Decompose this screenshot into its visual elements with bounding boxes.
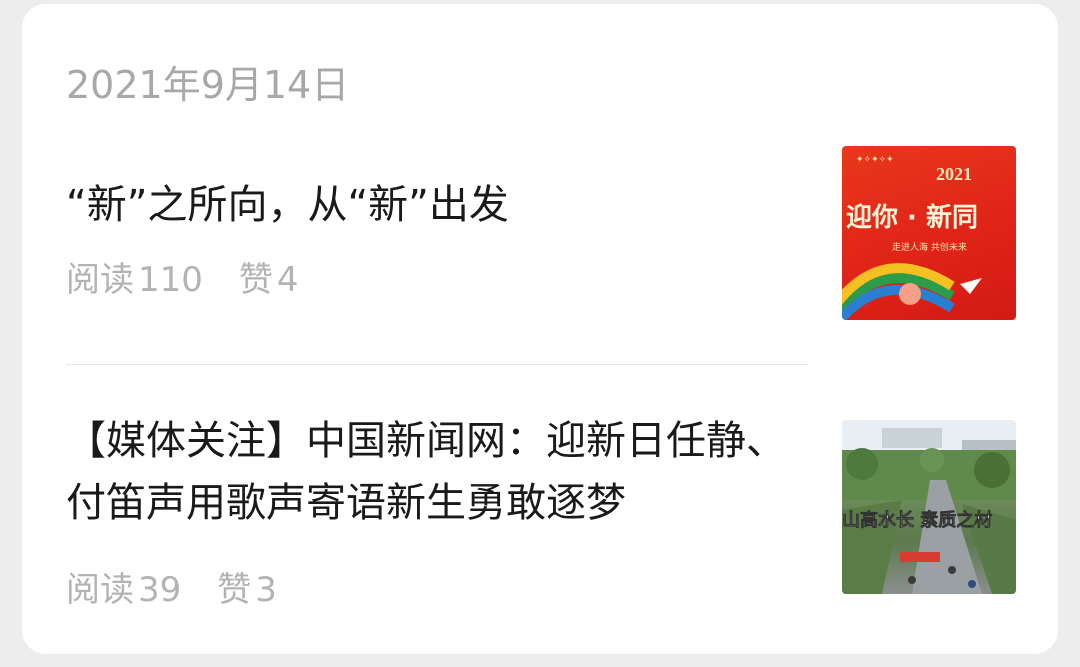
article-item[interactable]: “新”之所向，从“新”出发 阅读 110 赞 4 ✦✧✦✧✦ 2021 迎你 · 新同…: [66, 144, 1016, 324]
svg-text:✦✧✦✧✦: ✦✧✦✧✦: [856, 155, 894, 165]
thumbnail-graphic: ✦✧✦✧✦ 2021 迎你 · 新同 走进人海 共创未来: [842, 155, 982, 320]
article-stats: 阅读 110 赞 4: [66, 252, 335, 301]
like-label: 赞: [238, 260, 273, 300]
read-stat: 阅读 39: [66, 570, 199, 610]
publish-date: 2021年9月14日: [66, 63, 350, 107]
read-label: 阅读: [66, 570, 134, 610]
divider: [66, 364, 808, 365]
article-stats: 阅读 39 赞 3: [66, 562, 313, 611]
article-item[interactable]: 【媒体关注】中国新闻网：迎新日任静、付笛声用歌声寄语新生勇敢逐梦 阅读 39 赞 3: [66, 410, 1016, 610]
like-stat: 赞3: [217, 570, 295, 610]
like-stat: 赞4: [239, 260, 317, 300]
thumb-overlay-text: 山高水长 素质之材: [842, 509, 992, 531]
article-list-card: 2021年9月14日 “新”之所向，从“新”出发 阅读 110 赞 4 ✦✧✦✧✦ 2…: [22, 4, 1058, 654]
thumb-banner-text: 迎你 · 新同: [846, 202, 978, 233]
read-count: 110: [138, 260, 203, 300]
article-title[interactable]: “新”之所向，从“新”出发: [66, 174, 806, 236]
like-count: 4: [276, 260, 299, 300]
article-title[interactable]: 【媒体关注】中国新闻网：迎新日任静、付笛声用歌声寄语新生勇敢逐梦: [66, 410, 806, 534]
article-thumbnail[interactable]: 山高水长 素质之材: [842, 420, 1016, 594]
article-thumbnail[interactable]: ✦✧✦✧✦ 2021 迎你 · 新同 走进人海 共创未来: [842, 146, 1016, 320]
thumb-sub-text: 走进人海 共创未来: [892, 241, 967, 253]
read-stat: 阅读 110: [66, 260, 221, 300]
like-label: 赞: [217, 570, 252, 610]
like-count: 3: [255, 570, 277, 610]
read-count: 39: [138, 570, 182, 610]
thumb-header-text: 2021: [936, 164, 972, 184]
thumbnail-graphic: 山高水长 素质之材: [842, 420, 1016, 594]
read-label: 阅读: [66, 260, 134, 300]
